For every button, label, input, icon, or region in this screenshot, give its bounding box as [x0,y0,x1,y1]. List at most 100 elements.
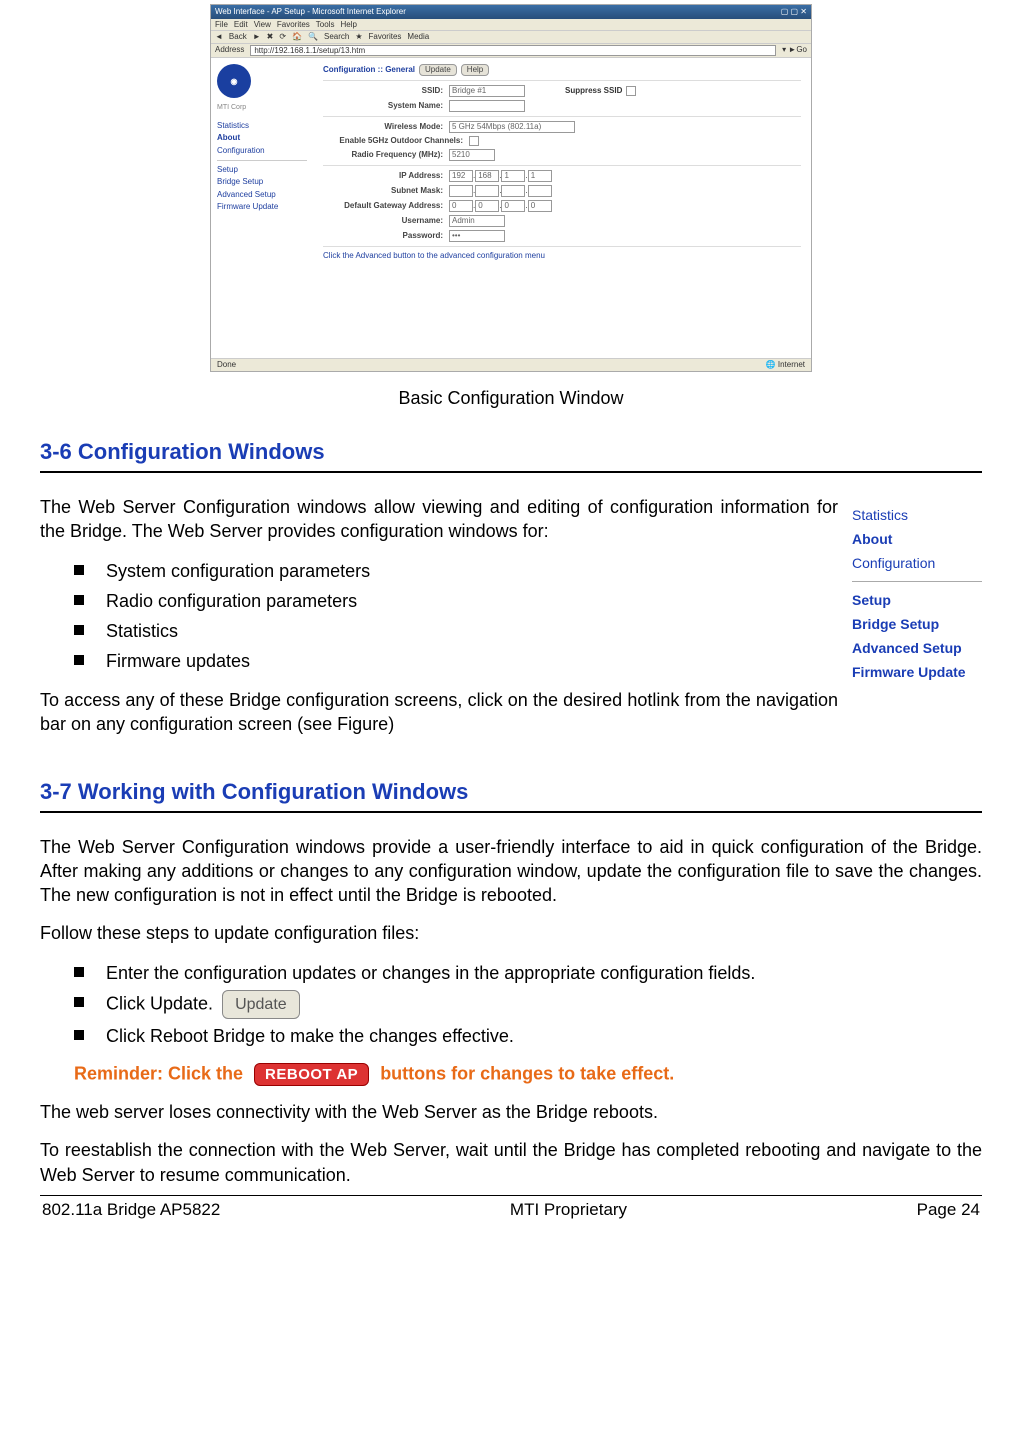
heading-3-6: 3-6 Configuration Windows [40,439,982,465]
status-right: Internet [778,360,805,369]
system-name-input[interactable] [449,100,525,112]
config-list: System configuration parameters Radio co… [74,558,982,674]
steps-list: Enter the configuration updates or chang… [74,960,982,1049]
gateway-octet-4[interactable]: 0 [528,200,552,212]
page-footer: 802.11a Bridge AP5822 MTI Proprietary Pa… [40,1195,982,1220]
list-item: Click Reboot Bridge to make the changes … [74,1023,982,1049]
gateway-octet-3[interactable]: 0 [501,200,525,212]
reminder-post: buttons for changes to take effect. [380,1063,674,1083]
menu-view[interactable]: View [254,20,271,30]
thumb-about: About [852,531,982,547]
wireless-mode-select[interactable]: 5 GHz 54Mbps (802.11a) [449,121,575,133]
ie-addressbar: Address http://192.168.1.1/setup/13.htm … [211,44,811,59]
subnet-octet-2[interactable] [475,185,499,197]
toolbar-favorites[interactable]: Favorites [369,32,402,42]
ie-statusbar: Done 🌐 Internet [211,358,811,371]
subnet-label: Subnet Mask: [323,186,449,196]
ip-octet-1[interactable]: 192 [449,170,473,182]
menu-tools[interactable]: Tools [316,20,335,30]
footer-center: MTI Proprietary [510,1200,627,1220]
ip-octet-4[interactable]: 1 [528,170,552,182]
update-button[interactable]: Update [222,990,300,1019]
ie-sidebar: ◉ MTI Corp Statistics About Configuratio… [211,58,313,358]
footer-right: Page 24 [917,1200,980,1220]
paragraph-reestablish: To reestablish the connection with the W… [40,1138,982,1187]
figure-caption: Basic Configuration Window [40,388,982,409]
reminder-pre: Reminder: Click the [74,1063,248,1083]
gateway-label: Default Gateway Address: [323,201,449,211]
help-button-screenshot[interactable]: Help [461,64,489,76]
password-label: Password: [323,231,449,241]
system-name-label: System Name: [323,101,449,111]
toolbar-media[interactable]: Media [407,32,429,42]
ip-octet-3[interactable]: 1 [501,170,525,182]
thumb-statistics: Statistics [852,507,982,523]
menu-help[interactable]: Help [340,20,356,30]
list-item: Firmware updates [74,648,982,674]
ip-octet-2[interactable]: 168 [475,170,499,182]
ssid-input[interactable]: Bridge #1 [449,85,525,97]
address-input[interactable]: http://192.168.1.1/setup/13.htm [250,45,776,57]
heading-3-7: 3-7 Working with Configuration Windows [40,779,982,805]
ie-menubar: File Edit View Favorites Tools Help [211,19,811,32]
gateway-octet-1[interactable]: 0 [449,200,473,212]
list-item: System configuration parameters [74,558,982,584]
paragraph-loses: The web server loses connectivity with t… [40,1100,982,1124]
list-item: Statistics [74,618,982,644]
paragraph-follow: Follow these steps to update configurati… [40,921,982,945]
list-item: Enter the configuration updates or chang… [74,960,982,986]
toolbar-back[interactable]: Back [229,32,247,42]
menu-edit[interactable]: Edit [234,20,248,30]
radio-freq-label: Radio Frequency (MHz): [323,150,449,160]
list-item: Click Update. Update [74,990,982,1019]
subnet-octet-3[interactable] [501,185,525,197]
reminder-line: Reminder: Click the REBOOT AP buttons fo… [74,1063,982,1086]
window-title: Web Interface - AP Setup - Microsoft Int… [215,7,406,17]
hint-prefix: Click the [323,251,355,260]
update-button-screenshot[interactable]: Update [419,64,457,76]
subnet-octet-1[interactable] [449,185,473,197]
nav-about[interactable]: About [217,133,307,143]
breadcrumb: Configuration :: General [323,65,415,75]
ie-main: Configuration :: General Update Help SSI… [313,58,811,358]
suppress-ssid-label: Suppress SSID [565,86,622,96]
advanced-button[interactable]: Advanced [355,251,391,260]
username-label: Username: [323,216,449,226]
ie-toolbar: ◄Back ►✖⟳🏠 🔍Search ★Favorites Media [211,31,811,44]
menu-file[interactable]: File [215,20,228,30]
outdoor-channels-checkbox[interactable] [469,136,479,146]
radio-freq-select[interactable]: 5210 [449,149,495,161]
nav-advanced-setup[interactable]: Advanced Setup [217,190,307,200]
list-item: Radio configuration parameters [74,588,982,614]
ie-titlebar: Web Interface - AP Setup - Microsoft Int… [211,5,811,19]
ssid-label: SSID: [323,86,449,96]
footer-left: 802.11a Bridge AP5822 [42,1200,220,1220]
password-input[interactable]: ••• [449,230,505,242]
logo-icon: ◉ [217,64,251,98]
suppress-ssid-checkbox[interactable] [626,86,636,96]
paragraph-working: The Web Server Configuration windows pro… [40,835,982,908]
outdoor-channels-label: Enable 5GHz Outdoor Channels: [323,136,469,146]
nav-firmware-update[interactable]: Firmware Update [217,202,307,212]
gateway-octet-2[interactable]: 0 [475,200,499,212]
hint-suffix: button to the advanced configuration men… [393,251,545,260]
username-input[interactable]: Admin [449,215,505,227]
heading-rule [40,471,982,473]
paragraph-access: To access any of these Bridge configurat… [40,688,982,737]
ip-label: IP Address: [323,171,449,181]
menu-favorites[interactable]: Favorites [277,20,310,30]
address-label: Address [215,45,244,57]
nav-configuration[interactable]: Configuration [217,146,307,156]
click-update-text: Click Update. [106,993,213,1013]
sidebar-brand: MTI Corp [217,104,307,112]
screenshot-basic-config: Web Interface - AP Setup - Microsoft Int… [210,4,812,372]
paragraph-intro: The Web Server Configuration windows all… [40,495,982,544]
nav-setup[interactable]: Setup [217,165,307,175]
wireless-mode-label: Wireless Mode: [323,122,449,132]
reboot-ap-button[interactable]: REBOOT AP [254,1063,369,1086]
nav-statistics[interactable]: Statistics [217,121,307,131]
toolbar-search[interactable]: Search [324,32,349,42]
heading-rule [40,811,982,813]
nav-bridge-setup[interactable]: Bridge Setup [217,177,307,187]
subnet-octet-4[interactable] [528,185,552,197]
